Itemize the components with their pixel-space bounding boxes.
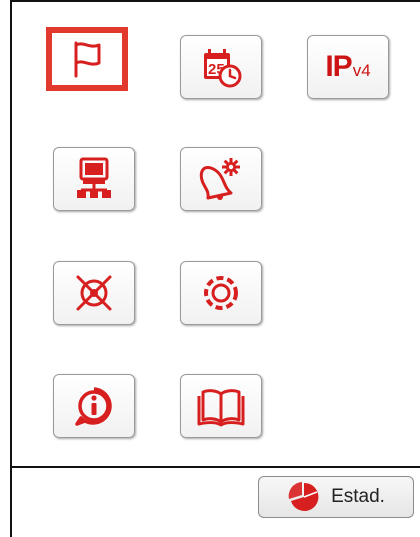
alarm-bell-settings-icon — [198, 156, 244, 202]
network-tile[interactable] — [53, 147, 135, 211]
manual-tile[interactable] — [180, 374, 262, 438]
ipv4-icon: IP v4 — [325, 50, 370, 84]
alarm-settings-tile[interactable] — [180, 147, 262, 211]
schedule-tile[interactable]: 25 — [180, 35, 262, 99]
footer-divider — [12, 466, 420, 468]
ipv4-main-text: IP — [325, 50, 352, 83]
ipv4-tile[interactable]: IP v4 — [307, 35, 389, 99]
network-computer-icon — [73, 156, 115, 202]
pie-chart-icon — [287, 480, 321, 514]
dashed-circle-icon — [199, 271, 243, 315]
statistics-button-label: Estad. — [331, 486, 385, 507]
calendar-clock-icon: 25 — [198, 44, 244, 90]
dashed-circle-tile[interactable] — [180, 261, 262, 325]
info-tile[interactable] — [53, 374, 135, 438]
flag-tile-inner — [52, 33, 122, 85]
ipv4-sub-text: v4 — [352, 61, 371, 80]
flag-tile[interactable] — [46, 27, 128, 91]
book-icon — [196, 384, 246, 428]
disconnect-tile[interactable] — [53, 261, 135, 325]
info-icon — [72, 384, 116, 428]
statistics-button[interactable]: Estad. — [258, 476, 414, 518]
x-circle-icon — [72, 271, 116, 315]
flag-icon — [66, 38, 108, 80]
